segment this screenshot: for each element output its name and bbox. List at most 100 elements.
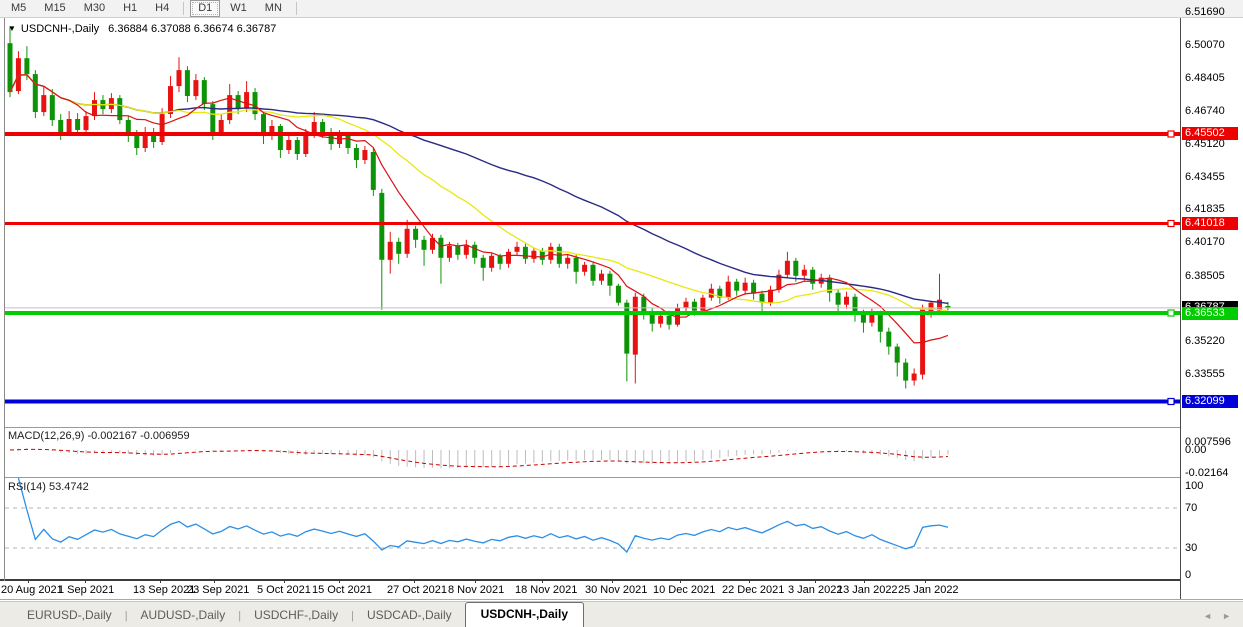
candle-body [134, 134, 139, 148]
candle-body [58, 120, 63, 132]
candle-body [303, 134, 308, 154]
moving-average-line-45 [10, 75, 948, 304]
price-axis-tick: 6.43455 [1185, 171, 1225, 183]
date-tick [925, 579, 926, 583]
time-axis[interactable]: 20 Aug 20211 Sep 202113 Sep 202123 Sep 2… [0, 581, 1180, 599]
timeframe-button-d1[interactable]: D1 [190, 0, 220, 17]
candle-body [75, 119, 80, 130]
macd-axis-tick: 0.00 [1185, 444, 1206, 456]
candle-body [447, 246, 452, 258]
date-tick [284, 579, 285, 583]
chart-symbol-label: USDCNH-,Daily [21, 23, 99, 35]
date-label: 22 Dec 2021 [722, 584, 784, 596]
price-line-label-6.45502: 6.45502 [1182, 127, 1238, 140]
chart-tab-audusddaily[interactable]: AUDUSD-,Daily [128, 604, 239, 627]
candle-body [667, 316, 672, 325]
candle-body [193, 80, 198, 96]
chart-tab-usdcaddaily[interactable]: USDCAD-,Daily [354, 604, 465, 627]
line-anchor-marker[interactable] [1168, 310, 1174, 316]
candle-body [574, 258, 579, 272]
price-chart-pane[interactable] [5, 20, 1180, 425]
line-anchor-marker[interactable] [1168, 131, 1174, 137]
candle-body [498, 256, 503, 264]
date-tick [28, 579, 29, 583]
candle-body [320, 122, 325, 132]
candle-body [844, 297, 849, 305]
candle-body [853, 297, 858, 313]
date-tick [612, 579, 613, 583]
date-label: 10 Dec 2021 [653, 584, 715, 596]
moving-average-line-20 [10, 75, 948, 311]
timeframe-button-m30[interactable]: M30 [76, 0, 113, 17]
toolbar-separator [296, 2, 297, 15]
timeframe-button-m15[interactable]: M15 [36, 0, 73, 17]
candle-body [362, 150, 367, 160]
rsi-axis-tick: 70 [1185, 502, 1197, 514]
candle-body [700, 298, 705, 311]
mt4-window: M5M15M30H1H4 D1W1MN ▼ USDCNH-,Daily 6.36884… [0, 0, 1243, 627]
date-tick [749, 579, 750, 583]
candle-body [548, 247, 553, 260]
chart-left-frame [4, 18, 5, 581]
chart-window[interactable]: ▼ USDCNH-,Daily 6.36884 6.37088 6.36674 6.… [0, 18, 1243, 600]
candle-body [396, 242, 401, 254]
chart-ohlc-values: 6.36884 6.37088 6.36674 6.36787 [108, 23, 276, 35]
candle-body [523, 247, 528, 259]
tab-scroll-right-icon[interactable]: ► [1222, 611, 1231, 621]
candle-body [354, 148, 359, 160]
timeframe-button-h1[interactable]: H1 [115, 0, 145, 17]
candle-body [616, 286, 621, 303]
date-label: 18 Nov 2021 [515, 584, 577, 596]
date-label: 5 Oct 2021 [257, 584, 311, 596]
chart-tab-usdchfdaily[interactable]: USDCHF-,Daily [241, 604, 351, 627]
price-axis-tick: 6.41835 [1185, 203, 1225, 215]
line-anchor-marker[interactable] [1168, 399, 1174, 405]
date-label: 13 Jan 2022 [837, 584, 898, 596]
candle-body [219, 120, 224, 132]
candle-body [582, 265, 587, 272]
rsi-pane[interactable] [5, 478, 1180, 578]
candle-body [726, 282, 731, 298]
rsi-indicator-label: RSI(14) 53.4742 [8, 481, 89, 493]
candle-body [599, 274, 604, 281]
candle-body [793, 261, 798, 276]
macd-indicator-label: MACD(12,26,9) -0.002167 -0.006959 [8, 430, 190, 442]
date-label: 23 Sep 2021 [187, 584, 249, 596]
date-label: 15 Oct 2021 [312, 584, 372, 596]
candle-body [472, 245, 477, 258]
tab-scroll-left-icon[interactable]: ◄ [1203, 611, 1212, 621]
date-label: 3 Jan 2022 [788, 584, 842, 596]
date-label: 20 Aug 2021 [1, 584, 63, 596]
candle-body [84, 116, 89, 130]
pane-divider[interactable] [4, 477, 1243, 478]
timeframe-button-mn[interactable]: MN [257, 0, 290, 17]
rsi-axis-tick: 100 [1185, 480, 1203, 492]
timeframe-button-m5[interactable]: M5 [3, 0, 34, 17]
price-axis[interactable]: 6.516906.500706.484056.467406.451206.434… [1181, 18, 1243, 600]
pane-divider[interactable] [4, 427, 1243, 428]
line-anchor-marker[interactable] [1168, 221, 1174, 227]
date-label: 25 Jan 2022 [898, 584, 959, 596]
chart-tab-eurusddaily[interactable]: EURUSD-,Daily [14, 604, 125, 627]
symbol-dropdown-icon[interactable]: ▼ [8, 24, 16, 33]
candle-body [244, 92, 249, 108]
candle-body [346, 135, 351, 148]
candle-body [743, 283, 748, 291]
date-label: 30 Nov 2021 [585, 584, 647, 596]
window-bottom-border [0, 599, 1243, 600]
chart-tab-usdcnhdaily[interactable]: USDCNH-,Daily [465, 602, 584, 627]
price-axis-tick: 6.51690 [1185, 6, 1225, 18]
candle-body [565, 258, 570, 264]
rsi-axis-tick: 0 [1185, 569, 1191, 581]
candle-body [836, 293, 841, 305]
candle-body [24, 58, 29, 74]
timeframe-button-w1[interactable]: W1 [222, 0, 255, 17]
date-tick [680, 579, 681, 583]
macd-signal-line [10, 449, 948, 466]
chart-title: ▼ USDCNH-,Daily 6.36884 6.37088 6.36674 6.… [8, 23, 276, 35]
timeframe-button-h4[interactable]: H4 [147, 0, 177, 17]
candle-body [455, 246, 460, 255]
moving-average-line-8 [10, 75, 948, 343]
date-tick [339, 579, 340, 583]
price-axis-tick: 6.38505 [1185, 270, 1225, 282]
